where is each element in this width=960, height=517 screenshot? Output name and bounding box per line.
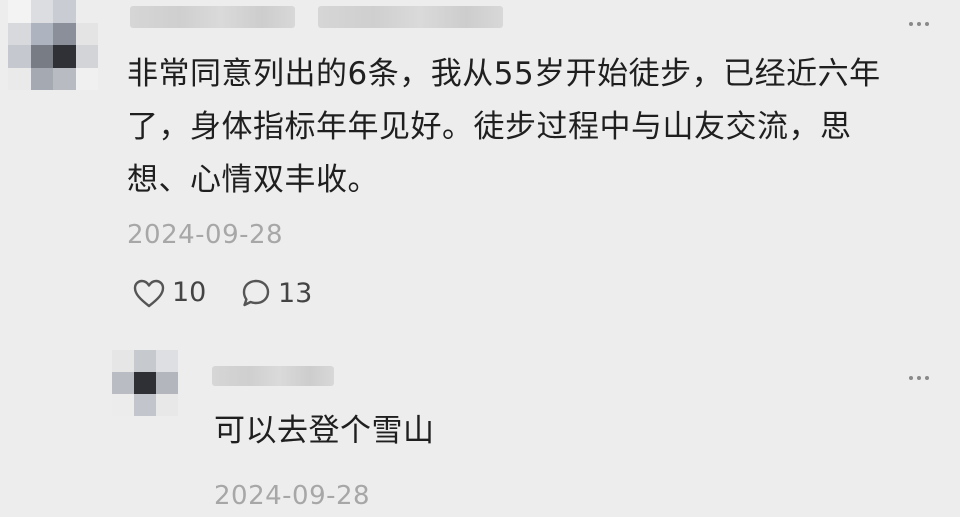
like-button[interactable]: 10 bbox=[132, 277, 206, 308]
more-dots-icon[interactable] bbox=[909, 376, 929, 380]
comment-thread: 非常同意列出的6条，我从55岁开始徒步，已经近六年 了，身体指标年年见好。徒步过… bbox=[0, 0, 960, 517]
reply-button[interactable]: 13 bbox=[240, 277, 312, 309]
comment-body: 非常同意列出的6条，我从55岁开始徒步，已经近六年 了，身体指标年年见好。徒步过… bbox=[127, 48, 881, 207]
avatar[interactable] bbox=[8, 0, 98, 90]
like-count: 10 bbox=[172, 277, 207, 308]
more-dots-icon[interactable] bbox=[909, 22, 929, 26]
avatar[interactable] bbox=[112, 350, 178, 416]
comment-line: 了，身体指标年年见好。徒步过程中与山友交流，思 bbox=[127, 109, 852, 145]
heart-outline-icon bbox=[133, 279, 165, 307]
reply-date: 2024-09-28 bbox=[214, 481, 371, 511]
comment-line: 非常同意列出的6条，我从55岁开始徒步，已经近六年 bbox=[127, 56, 881, 92]
user-info-blurred bbox=[318, 6, 503, 28]
username-blurred[interactable] bbox=[130, 6, 295, 28]
reply-body: 可以去登个雪山 bbox=[214, 413, 435, 449]
comment-line: 想、心情双丰收。 bbox=[127, 162, 379, 198]
username-blurred[interactable] bbox=[212, 366, 334, 386]
speech-bubble-icon bbox=[242, 279, 270, 307]
reply-count: 13 bbox=[278, 277, 313, 309]
comment-date: 2024-09-28 bbox=[127, 220, 284, 250]
